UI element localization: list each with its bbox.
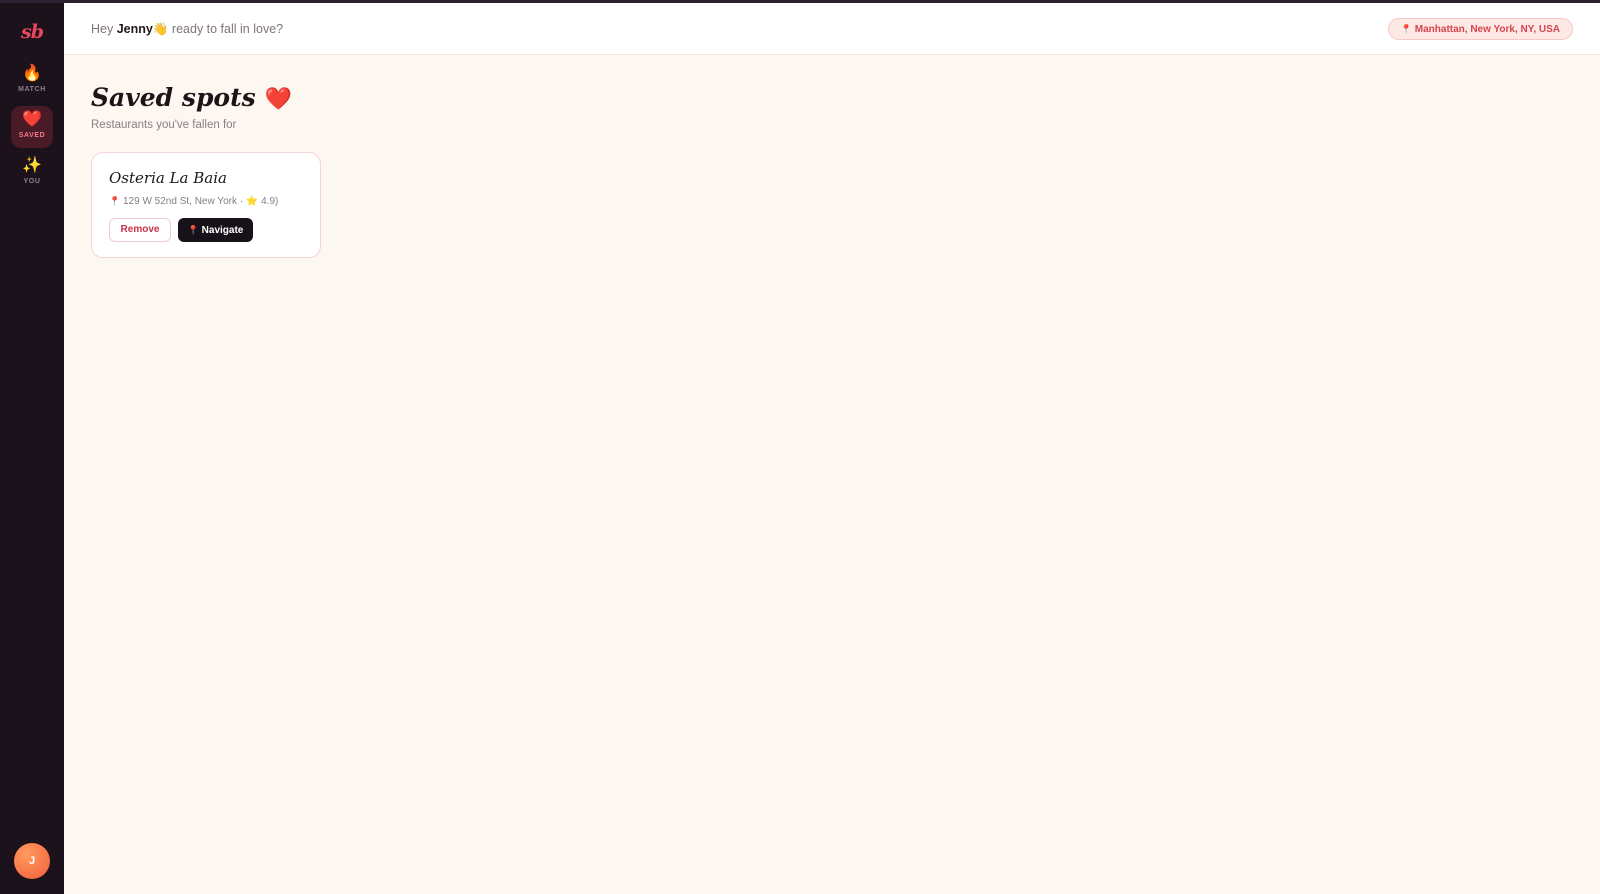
location-pill[interactable]: 📍 Manhattan, New York, NY, USA [1387,18,1573,40]
sidebar-item-match[interactable]: 🔥 MATCH [11,60,53,102]
sidebar-item-you[interactable]: ✨ YOU [11,152,53,194]
sidebar-item-label: SAVED [18,132,46,139]
user-name: Jenny [116,22,153,36]
greeting-suffix: ready to fall in love? [171,22,284,36]
saved-restaurant-card: Osteria La Baia 📍 129 W 52nd St, New Yor… [91,152,321,258]
restaurant-address: 129 W 52nd St, New York [123,196,237,207]
page-title-text: Saved spots [91,83,256,112]
main-content: Hey Jenny👋 ready to fall in love? 📍 Manh… [64,3,1600,894]
map-pin-icon: 📍 [1400,24,1412,34]
navigate-label: Navigate [201,225,244,236]
sidebar-item-saved[interactable]: ❤️ SAVED [11,106,53,148]
sidebar: sb 🔥 MATCH ❤️ SAVED ✨ YOU J [0,3,64,894]
greeting-prefix: Hey [91,22,114,36]
greeting: Hey Jenny👋 ready to fall in love? [91,22,283,37]
sparkles-icon: ✨ [22,157,42,174]
wave-icon: 👋 [152,22,169,36]
page-title: Saved spots ❤️ [91,83,292,112]
heart-icon: ❤️ [22,111,42,128]
app-logo[interactable]: sb [0,21,64,43]
page-subtitle: Restaurants you've fallen for [91,119,237,131]
sidebar-item-label: YOU [23,178,41,185]
map-pin-icon: 📍 [109,196,121,206]
heart-icon: ❤️ [264,86,292,112]
top-header: Hey Jenny👋 ready to fall in love? 📍 Manh… [64,3,1600,55]
navigate-button[interactable]: 📍 Navigate [178,218,253,242]
meta-separator: · [239,196,244,207]
restaurant-rating: 4.9) [261,196,279,207]
avatar[interactable]: J [14,843,50,879]
sidebar-item-label: MATCH [18,86,46,93]
restaurant-meta: 📍 129 W 52nd St, New York · ⭐ 4.9) [109,196,278,207]
restaurant-name: Osteria La Baia [109,169,227,187]
location-label: Manhattan, New York, NY, USA [1414,24,1560,35]
flame-icon: 🔥 [22,65,42,82]
remove-button[interactable]: Remove [109,218,171,242]
map-pin-icon: 📍 [187,225,199,235]
star-icon: ⭐ [245,196,259,207]
